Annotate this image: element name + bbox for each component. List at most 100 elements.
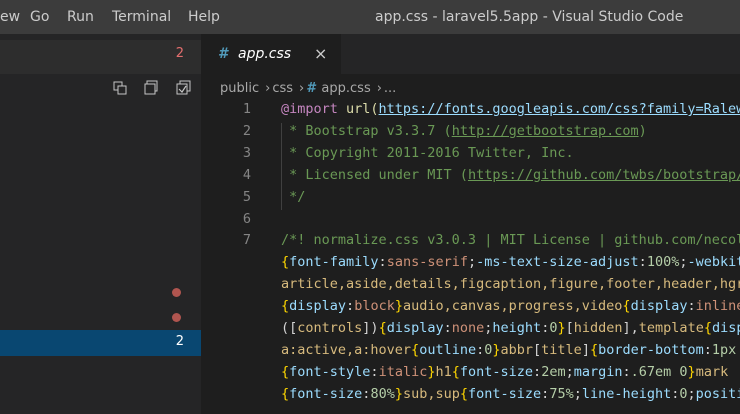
title-bar: ew Go Run Terminal Help app.css - larave… xyxy=(0,0,740,34)
tab-app-css[interactable]: # app.css × xyxy=(201,34,341,75)
code-line[interactable]: {font-style:italic}h1{font-size:2em;marg… xyxy=(281,364,728,380)
code-token: block xyxy=(354,298,395,315)
code-token: ; xyxy=(687,385,696,402)
code-token: * Bootstrap v3.3.7 ( xyxy=(281,122,452,139)
code-token: * Licensed under MIT ( xyxy=(281,166,468,183)
code-token: hidden xyxy=(573,320,623,336)
code-token: * Copyright 2011-2016 Twitter, Inc. xyxy=(281,144,574,161)
code-line[interactable]: {font-size:80%}sub,sup{font-size:75%;lin… xyxy=(281,386,740,402)
code-line[interactable]: ([controls]){display:none;height:0}[hidd… xyxy=(281,320,740,336)
code-token: -ms-text-size-adjust xyxy=(476,254,639,271)
selected-file-row[interactable]: 2 xyxy=(0,330,201,356)
code-token: } xyxy=(394,298,403,315)
code-token: line-height xyxy=(581,385,672,402)
code-token: @import xyxy=(281,101,347,117)
code-token: ]) xyxy=(362,320,379,336)
line-number: 4 xyxy=(242,166,251,183)
code-token: template xyxy=(638,320,704,336)
collapse-all-icon[interactable] xyxy=(176,80,192,96)
close-icon[interactable]: × xyxy=(314,44,327,63)
chevron-right-icon: › xyxy=(299,81,305,96)
breadcrumb-symbols[interactable]: ... xyxy=(384,81,396,96)
code-token: ; xyxy=(467,254,477,271)
chevron-right-icon: › xyxy=(265,81,271,96)
code-line[interactable]: * Bootstrap v3.3.7 (http://getbootstrap.… xyxy=(281,123,647,139)
code-token: https://fonts.googleapis.com/css?family=… xyxy=(378,101,740,117)
code-line[interactable]: article,aside,details,figcaption,figure,… xyxy=(281,276,740,292)
menu-view[interactable]: ew xyxy=(0,0,20,34)
line-number: 3 xyxy=(242,144,251,161)
code-token: ; xyxy=(573,385,582,402)
code-line[interactable]: {display:block}audio,canvas,progress,vid… xyxy=(281,298,740,314)
menu-run[interactable]: Run xyxy=(67,0,94,34)
code-token: italic xyxy=(378,363,428,380)
code-token: [ xyxy=(565,320,574,336)
code-token: [ xyxy=(533,341,542,358)
new-file-icon[interactable] xyxy=(112,80,128,96)
code-token: { xyxy=(281,254,290,271)
menu-terminal[interactable]: Terminal xyxy=(112,0,171,34)
code-token: : xyxy=(476,341,485,358)
code-token: display xyxy=(630,298,688,315)
code-token: font-size xyxy=(289,385,363,402)
code-token: controls xyxy=(297,320,363,336)
code-token: h1 xyxy=(435,363,452,380)
problem-badge: 2 xyxy=(175,46,184,61)
code-token: 0 xyxy=(679,385,688,402)
code-token: margin xyxy=(573,363,623,380)
code-token: abbr xyxy=(500,341,534,358)
explorer-section-header[interactable]: 2 xyxy=(0,40,201,74)
code-line[interactable]: */ xyxy=(281,189,305,205)
code-token: http://getbootstrap.com xyxy=(451,122,639,139)
code-token: { xyxy=(451,363,460,380)
breadcrumb-file[interactable]: app.css xyxy=(321,81,370,96)
code-token: : xyxy=(370,363,379,380)
code-token: height xyxy=(492,320,542,336)
menu-go[interactable]: Go xyxy=(30,0,49,34)
line-number: 2 xyxy=(242,122,251,139)
code-token: audio,canvas,progress,video xyxy=(402,298,623,315)
code-token: sans-serif xyxy=(386,254,468,271)
code-token: { xyxy=(378,320,387,336)
code-token: inline-block xyxy=(695,298,740,315)
code-token: outline xyxy=(419,341,477,358)
code-line[interactable]: a:active,a:hover{outline:0}abbr[title]{b… xyxy=(281,342,736,358)
sidebar xyxy=(0,34,201,414)
chevron-right-icon: › xyxy=(376,81,382,96)
css-file-icon: # xyxy=(306,81,316,96)
code-token: display xyxy=(289,298,347,315)
code-token: font-family xyxy=(289,254,379,271)
code-token: { xyxy=(281,385,290,402)
code-editor[interactable]: 1 2 3 4 5 6 7 @import url(https://fonts.google… xyxy=(201,100,740,414)
breadcrumb: public › css › # app.css ›... xyxy=(220,78,398,100)
code-token: position xyxy=(695,385,740,402)
code-token: { xyxy=(459,385,469,402)
code-token: font-size xyxy=(468,385,542,402)
code-line[interactable]: {font-family:sans-serif;-ms-text-size-ad… xyxy=(281,254,740,270)
code-token: ) xyxy=(638,122,647,139)
code-token: : xyxy=(622,363,631,380)
code-token: article,aside,details,figcaption,figure,… xyxy=(281,276,740,293)
code-token: 100% xyxy=(646,254,680,271)
breadcrumb-public[interactable]: public xyxy=(220,81,259,96)
code-token: } xyxy=(492,341,501,358)
code-token: { xyxy=(703,320,712,336)
code-token: 1px xyxy=(711,341,737,358)
code-line[interactable]: /*! normalize.css v3.0.3 | MIT License |… xyxy=(281,232,740,248)
tab-label: app.css xyxy=(238,46,292,62)
selected-file-badge: 2 xyxy=(175,334,184,349)
menu-help[interactable]: Help xyxy=(188,0,220,34)
code-token: .67em 0 xyxy=(630,363,688,380)
breadcrumb-css[interactable]: css xyxy=(272,81,293,96)
code-token: } xyxy=(687,363,696,380)
new-folder-icon[interactable] xyxy=(144,80,160,96)
code-line[interactable]: * Copyright 2011-2016 Twitter, Inc. xyxy=(281,144,574,161)
code-token: display xyxy=(386,320,444,336)
code-token: ([ xyxy=(281,320,298,336)
code-line[interactable]: * Licensed under MIT (https://github.com… xyxy=(281,167,740,183)
code-token: : xyxy=(443,320,452,336)
code-token: a:active,a:hover xyxy=(281,341,412,358)
window-title: app.css - laravel5.5app - Visual Studio … xyxy=(375,9,684,25)
code-line[interactable]: @import url(https://fonts.googleapis.com… xyxy=(281,101,740,117)
code-token: sub,sup xyxy=(402,385,460,402)
